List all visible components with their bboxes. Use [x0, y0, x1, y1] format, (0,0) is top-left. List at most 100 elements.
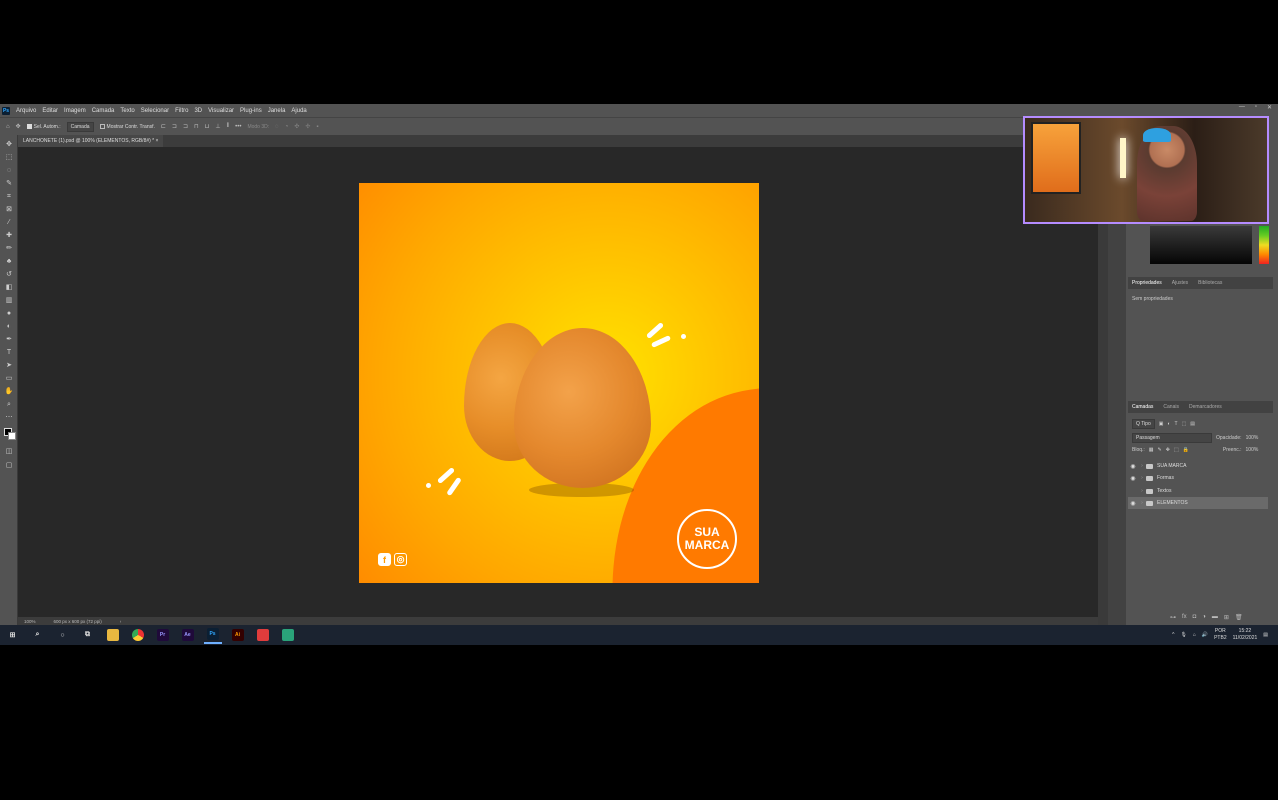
- menu-plugins[interactable]: Plug-ins: [237, 108, 265, 114]
- color-picker-field[interactable]: [1150, 226, 1252, 264]
- tab-camadas[interactable]: Camadas: [1132, 404, 1153, 410]
- menu-janela[interactable]: Janela: [265, 108, 289, 114]
- show-transform-checkbox[interactable]: Mostrar Contr. Transf.: [99, 124, 155, 130]
- tab-ajustes[interactable]: Ajustes: [1172, 280, 1188, 286]
- tab-bibliotecas[interactable]: Bibliotecas: [1198, 280, 1222, 286]
- menu-camada[interactable]: Camada: [89, 108, 118, 114]
- type-tool-icon[interactable]: T: [4, 348, 14, 358]
- eraser-tool-icon[interactable]: ◧: [4, 283, 14, 293]
- expand-arrow-icon[interactable]: ›: [1138, 500, 1146, 506]
- document-canvas[interactable]: SUA MARCA f ◎: [359, 183, 759, 583]
- expand-arrow-icon[interactable]: ›: [1138, 488, 1146, 494]
- blur-tool-icon[interactable]: ●: [4, 309, 14, 319]
- file-explorer-icon[interactable]: [104, 626, 122, 644]
- align-middle-icon[interactable]: ⊔: [205, 123, 210, 130]
- menu-3d[interactable]: 3D: [191, 108, 205, 114]
- filter-pixel-icon[interactable]: ▣: [1159, 421, 1164, 427]
- lock-paint-icon[interactable]: ✎: [1158, 447, 1162, 453]
- task-view-icon[interactable]: ⧉: [79, 626, 97, 644]
- align-left-icon[interactable]: ⊏: [161, 123, 166, 130]
- lock-position-icon[interactable]: ✥: [1166, 447, 1170, 453]
- microphone-icon[interactable]: 🎙: [1180, 632, 1186, 638]
- move-tool-icon[interactable]: ✥: [4, 140, 14, 150]
- document-tab[interactable]: LANCHONETE (1).psd @ 100% (ELEMENTOS, RG…: [18, 135, 164, 147]
- hand-tool-icon[interactable]: ✋: [4, 387, 14, 397]
- home-icon[interactable]: ⌂: [6, 124, 10, 130]
- premiere-icon[interactable]: Pr: [154, 626, 172, 644]
- layer-filter-dropdown[interactable]: Q Tipo: [1132, 419, 1155, 429]
- auto-select-dropdown[interactable]: Camada: [66, 121, 94, 132]
- gradient-tool-icon[interactable]: ▥: [4, 296, 14, 306]
- new-layer-icon[interactable]: ⊞: [1224, 614, 1229, 621]
- hue-slider[interactable]: [1259, 226, 1269, 264]
- new-group-icon[interactable]: ▬: [1212, 614, 1218, 621]
- tray-chevron-icon[interactable]: ^: [1172, 632, 1174, 638]
- close-button[interactable]: ✕: [1267, 104, 1272, 111]
- minimize-button[interactable]: —: [1239, 104, 1245, 111]
- language-indicator[interactable]: POR PTB2: [1214, 628, 1227, 642]
- frame-tool-icon[interactable]: ⊠: [4, 205, 14, 215]
- background-color-swatch[interactable]: [8, 432, 16, 440]
- zoom-tool-icon[interactable]: ⌕: [4, 400, 14, 410]
- eye-icon[interactable]: ◉: [1128, 475, 1138, 482]
- roll-3d-icon[interactable]: ◔: [285, 124, 289, 130]
- pen-tool-icon[interactable]: ✒: [4, 335, 14, 345]
- brush-tool-icon[interactable]: ✏: [4, 244, 14, 254]
- filter-type-icon[interactable]: T: [1175, 421, 1178, 427]
- align-bottom-icon[interactable]: ⊥: [215, 123, 220, 130]
- fill-value[interactable]: 100%: [1246, 447, 1259, 453]
- layer-row-selected[interactable]: ◉ › ELEMENTOS: [1128, 497, 1268, 509]
- illustrator-icon[interactable]: Ai: [229, 626, 247, 644]
- align-top-icon[interactable]: ⊓: [194, 123, 199, 130]
- status-arrow-icon[interactable]: ›: [120, 619, 122, 624]
- menu-texto[interactable]: Texto: [117, 108, 137, 114]
- zoom-level[interactable]: 100%: [24, 619, 36, 624]
- crop-tool-icon[interactable]: ⌗: [4, 192, 14, 202]
- align-center-icon[interactable]: ⊐: [172, 123, 177, 130]
- quick-select-tool-icon[interactable]: ✎: [4, 179, 14, 189]
- delete-layer-icon[interactable]: 🗑: [1235, 614, 1243, 621]
- path-select-icon[interactable]: ➤: [4, 361, 14, 371]
- lasso-tool-icon[interactable]: ◌: [4, 166, 14, 176]
- clock[interactable]: 15:22 11/02/2021: [1233, 628, 1258, 642]
- quick-mask-icon[interactable]: ◫: [4, 447, 14, 457]
- layer-row[interactable]: ◉ › Formas: [1128, 472, 1268, 484]
- dodge-tool-icon[interactable]: ◐: [4, 322, 14, 332]
- chrome-icon[interactable]: [129, 626, 147, 644]
- network-icon[interactable]: ⌂: [1193, 632, 1196, 638]
- edit-toolbar-icon[interactable]: ⋯: [4, 413, 14, 423]
- search-icon[interactable]: ⌕: [29, 626, 47, 644]
- green-app-icon[interactable]: [279, 626, 297, 644]
- filter-adjust-icon[interactable]: ◐: [1167, 421, 1170, 427]
- distribute-icon[interactable]: ⫴: [227, 123, 230, 130]
- filter-smart-icon[interactable]: ▤: [1190, 421, 1195, 427]
- rectangle-tool-icon[interactable]: ▭: [4, 374, 14, 384]
- menu-filtro[interactable]: Filtro: [172, 108, 191, 114]
- lock-artboard-icon[interactable]: ⬚: [1174, 447, 1179, 453]
- menu-editar[interactable]: Editar: [39, 108, 61, 114]
- eye-icon[interactable]: ◉: [1128, 500, 1138, 507]
- layer-row[interactable]: › Textos: [1128, 485, 1268, 497]
- clone-stamp-icon[interactable]: ♣: [4, 257, 14, 267]
- move-tool-icon[interactable]: ✥: [16, 123, 21, 130]
- filter-shape-icon[interactable]: ⬚: [1182, 421, 1187, 427]
- photoshop-logo-icon[interactable]: Ps: [2, 106, 10, 115]
- layer-row[interactable]: ◉ › SUA MARCA: [1128, 460, 1268, 472]
- maximize-button[interactable]: ▫: [1255, 104, 1257, 111]
- lock-pixels-icon[interactable]: ▦: [1149, 447, 1154, 453]
- recorder-icon[interactable]: [254, 626, 272, 644]
- lock-all-icon[interactable]: 🔒: [1183, 447, 1189, 453]
- after-effects-icon[interactable]: Ae: [179, 626, 197, 644]
- tab-demarcadores[interactable]: Demarcadores: [1189, 404, 1222, 410]
- menu-ajuda[interactable]: Ajuda: [288, 108, 309, 114]
- history-brush-icon[interactable]: ↺: [4, 270, 14, 280]
- tab-propriedades[interactable]: Propriedades: [1132, 280, 1162, 286]
- menu-arquivo[interactable]: Arquivo: [13, 108, 39, 114]
- menu-selecionar[interactable]: Selecionar: [138, 108, 172, 114]
- adjustment-layer-icon[interactable]: ◑: [1202, 614, 1206, 621]
- expand-arrow-icon[interactable]: ›: [1138, 475, 1146, 481]
- photoshop-taskbar-icon[interactable]: Ps: [203, 626, 222, 644]
- close-tab-icon[interactable]: ×: [156, 138, 159, 144]
- slide-3d-icon[interactable]: ✢: [305, 123, 310, 130]
- expand-arrow-icon[interactable]: ›: [1138, 463, 1146, 469]
